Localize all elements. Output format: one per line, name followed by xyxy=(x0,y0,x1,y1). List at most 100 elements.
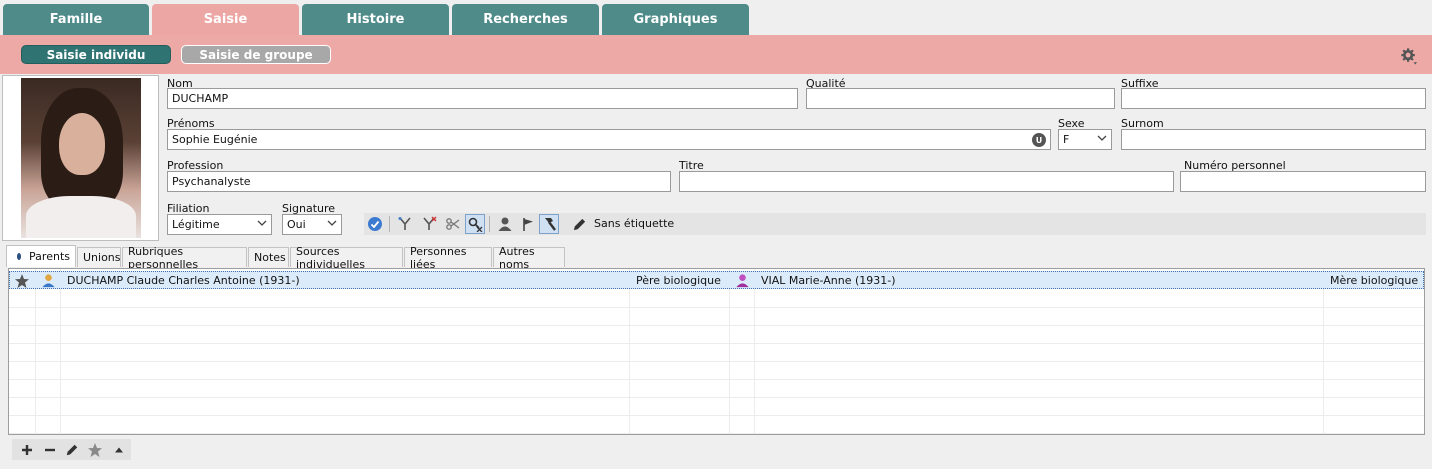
signature-select[interactable]: Oui xyxy=(282,214,342,235)
tab-histoire[interactable]: Histoire xyxy=(302,4,449,35)
filiation-value: Légitime xyxy=(172,218,220,231)
tab-label: Autres noms xyxy=(499,244,535,271)
chevron-down-icon xyxy=(1097,135,1107,141)
parents-table: DUCHAMP Claude Charles Antoine (1931-) P… xyxy=(8,268,1425,435)
tab-recherches[interactable]: Recherches xyxy=(452,4,599,35)
star-icon[interactable] xyxy=(14,273,30,289)
filiation-select[interactable]: Légitime xyxy=(167,214,272,235)
prenoms-field[interactable]: Sophie Eugénie U xyxy=(167,129,1051,150)
table-row[interactable]: DUCHAMP Claude Charles Antoine (1931-) P… xyxy=(9,271,1424,289)
unlink-person-button[interactable] xyxy=(465,214,485,234)
surnom-field[interactable] xyxy=(1121,129,1426,150)
tab-label: Rubriques personnelles xyxy=(128,244,199,271)
tab-saisie[interactable]: Saisie xyxy=(152,4,299,35)
edit-button[interactable] xyxy=(63,441,81,459)
saisie-individu-button[interactable]: Saisie individu xyxy=(21,45,171,64)
portrait-shirt xyxy=(26,196,136,238)
tab-personnes-liees[interactable]: Personnes liées xyxy=(404,245,492,271)
favorite-button[interactable] xyxy=(86,441,104,459)
tab-unions[interactable]: Unions xyxy=(77,247,121,267)
table-row[interactable] xyxy=(9,344,1424,362)
table-row[interactable] xyxy=(9,416,1424,434)
tab-label: Saisie xyxy=(203,12,248,27)
profession-field[interactable]: Psychanalyste xyxy=(167,171,671,192)
flag-icon xyxy=(523,218,533,231)
tab-graphiques[interactable]: Graphiques xyxy=(602,4,749,35)
person-photo[interactable] xyxy=(2,75,159,241)
nom-field[interactable]: DUCHAMP xyxy=(167,88,798,109)
unlink-parents-button[interactable] xyxy=(419,214,439,234)
person-button[interactable] xyxy=(495,214,515,234)
tab-parents[interactable]: Parents xyxy=(6,245,76,267)
tab-rubriques-personnelles[interactable]: Rubriques personnelles xyxy=(122,245,247,271)
tag-label: Sans étiquette xyxy=(594,217,675,230)
father-relation: Père biologique xyxy=(636,274,721,287)
minus-icon xyxy=(45,448,55,452)
mother-name: VIAL Marie-Anne (1931-) xyxy=(761,274,896,287)
move-up-button[interactable] xyxy=(110,441,128,459)
tab-famille[interactable]: Famille xyxy=(3,4,149,35)
chevron-down-icon xyxy=(257,220,267,226)
tab-label: Personnes liées xyxy=(410,244,467,271)
tab-autres-noms[interactable]: Autres noms xyxy=(493,245,565,271)
person-icon xyxy=(498,217,512,231)
suffixe-field[interactable] xyxy=(1121,88,1426,109)
add-button[interactable] xyxy=(18,441,36,459)
active-dot-icon xyxy=(17,253,22,260)
saisie-groupe-button[interactable]: Saisie de groupe xyxy=(181,45,331,64)
tab-label: Unions xyxy=(83,251,121,264)
numero-field[interactable] xyxy=(1180,171,1426,192)
tab-label: Notes xyxy=(254,251,286,264)
portrait-image xyxy=(21,78,141,238)
tab-label: Recherches xyxy=(483,12,568,27)
portrait-face xyxy=(59,113,105,175)
name-dictionary-icon[interactable]: U xyxy=(1032,133,1046,147)
female-person-icon xyxy=(736,274,749,288)
chevron-down-icon xyxy=(327,220,337,226)
hammer-button[interactable] xyxy=(539,214,559,234)
sexe-select[interactable]: F xyxy=(1058,129,1112,150)
button-label: Saisie de groupe xyxy=(199,47,313,62)
qualite-field[interactable] xyxy=(806,88,1115,109)
star-icon xyxy=(88,443,102,457)
table-row[interactable] xyxy=(9,326,1424,344)
individual-toolbar: Sans étiquette xyxy=(364,213,1426,235)
plus-icon xyxy=(22,445,32,455)
tab-label: Famille xyxy=(49,12,103,27)
tab-sources-individuelles[interactable]: Sources individuelles xyxy=(290,245,403,271)
mother-relation: Mère biologique xyxy=(1330,274,1419,287)
top-tab-bar: Famille Saisie Histoire Recherches Graph… xyxy=(0,0,1432,35)
tab-label: Graphiques xyxy=(633,12,718,27)
flag-button[interactable] xyxy=(518,214,538,234)
hammer-icon xyxy=(545,218,556,231)
pencil-icon xyxy=(66,444,78,456)
app-window: Famille Saisie Histoire Recherches Graph… xyxy=(0,0,1432,469)
tab-label: Sources individuelles xyxy=(296,244,365,271)
edit-tag-button[interactable] xyxy=(569,214,589,234)
validate-button[interactable] xyxy=(365,214,385,234)
parents-toolbar xyxy=(12,439,131,460)
sexe-value: F xyxy=(1063,133,1070,146)
table-row[interactable] xyxy=(9,362,1424,380)
tab-label: Parents xyxy=(29,250,70,263)
tab-label: Histoire xyxy=(346,12,405,27)
button-label: Saisie individu xyxy=(46,47,146,62)
signature-value: Oui xyxy=(287,218,306,231)
check-circle-icon xyxy=(368,217,382,231)
remove-button[interactable] xyxy=(41,441,59,459)
pencil-icon xyxy=(573,218,585,230)
gear-icon[interactable] xyxy=(1400,47,1418,65)
table-row[interactable] xyxy=(9,308,1424,326)
table-row[interactable] xyxy=(9,398,1424,416)
triangle-up-icon xyxy=(115,447,123,453)
cut-button[interactable] xyxy=(443,214,463,234)
male-person-icon xyxy=(42,274,55,288)
scissors-icon xyxy=(446,218,460,230)
tab-notes[interactable]: Notes xyxy=(248,247,289,267)
person-remove-icon xyxy=(468,217,483,232)
table-row[interactable] xyxy=(9,380,1424,398)
table-row[interactable] xyxy=(9,290,1424,308)
family-link-icon xyxy=(398,217,411,230)
titre-field[interactable] xyxy=(679,171,1174,192)
link-parents-button[interactable] xyxy=(395,214,415,234)
